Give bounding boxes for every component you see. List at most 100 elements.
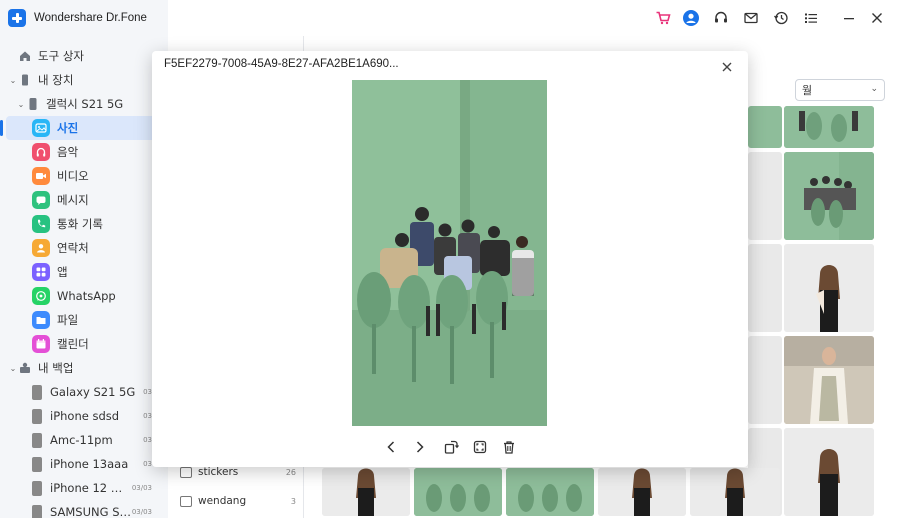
backup-item-label: iPhone 13aaa <box>50 457 129 471</box>
rotate-icon[interactable] <box>442 438 460 456</box>
chevron-down-icon: ⌄ <box>9 363 17 373</box>
sidebar-item-device[interactable]: ⌄ 갤럭시 S21 5G <box>0 92 168 116</box>
photo-thumbnail[interactable] <box>690 468 780 516</box>
history-icon[interactable] <box>772 9 790 27</box>
album-count: 26 <box>285 467 296 477</box>
photo-thumbnail[interactable] <box>748 244 782 332</box>
sidebar-item-whatsapp[interactable]: WhatsApp <box>0 284 168 308</box>
photo-thumbnail[interactable] <box>784 152 874 240</box>
sidebar-item-calendar[interactable]: 캘린더 <box>0 332 168 356</box>
account-icon[interactable] <box>682 9 700 27</box>
sidebar-item-label: 메시지 <box>57 193 89 207</box>
app-header: Wondershare Dr.Fone <box>8 8 147 28</box>
sidebar-item-message[interactable]: 메시지 <box>0 188 168 212</box>
phone-icon <box>26 97 40 111</box>
fullscreen-icon[interactable] <box>471 438 489 456</box>
photo-thumbnail[interactable] <box>598 468 686 516</box>
photo-thumbnail[interactable] <box>748 336 782 424</box>
category-list: 사진 음악 비디오메시지통화 기록 연락처 앱 WhatsApp 파일캘린더 <box>0 116 168 356</box>
photo-thumbnail[interactable] <box>784 336 874 424</box>
period-select-value: 월 <box>802 84 813 97</box>
minimize-icon[interactable] <box>840 9 858 27</box>
delete-icon[interactable] <box>500 438 518 456</box>
files-icon <box>32 311 50 329</box>
contacts-icon <box>32 239 50 257</box>
video-icon <box>32 167 50 185</box>
portrait-photo-image <box>784 244 874 332</box>
backup-item-date: 03 <box>143 412 152 420</box>
backup-item[interactable]: SAMSUNG SM... 03/03 <box>0 500 168 518</box>
menu-list-icon[interactable] <box>802 9 820 27</box>
group-photo-image <box>784 152 874 240</box>
sidebar-item-label: 내 백업 <box>38 361 74 375</box>
sidebar-item-toolbox[interactable]: 도구 상자 <box>0 44 168 68</box>
group-photo-image <box>352 80 547 426</box>
mail-icon[interactable] <box>742 9 760 27</box>
top-toolbar <box>168 0 900 36</box>
sidebar-item-apps[interactable]: 앱 <box>0 260 168 284</box>
message-icon <box>32 191 50 209</box>
dr-fone-logo-icon <box>8 9 26 27</box>
sidebar-item-call-log[interactable]: 통화 기록 <box>0 212 168 236</box>
photo-thumbnail[interactable] <box>748 106 782 148</box>
call-log-icon <box>32 215 50 233</box>
backup-list: Galaxy S21 5G 03 iPhone sdsd 03 Amc-11pm 03 iP… <box>0 380 168 518</box>
sidebar-item-contacts[interactable]: 연락처 <box>0 236 168 260</box>
portrait-photo-image <box>598 468 686 516</box>
app-window: Wondershare Dr.Fone 도구 상자 ⌄ 내 장치 ⌄ 갤럭시 S… <box>0 0 900 518</box>
phone-icon <box>32 408 42 424</box>
photo-preview-dialog: F5EF2279-7008-45A9-8E27-AFA2BE1A690... <box>152 51 748 467</box>
sidebar-item-label: 내 장치 <box>38 73 74 87</box>
portrait-photo-image <box>784 336 874 424</box>
sidebar-item-label: 도구 상자 <box>38 49 84 63</box>
portrait-photo-image <box>690 468 780 516</box>
app-title: Wondershare Dr.Fone <box>34 12 147 24</box>
photo-thumbnail[interactable] <box>748 152 782 240</box>
photo-thumbnail[interactable] <box>322 468 410 516</box>
phone-icon <box>32 504 42 518</box>
sidebar-item-video[interactable]: 비디오 <box>0 164 168 188</box>
album-row-wendang[interactable]: wendang 3 <box>180 491 296 511</box>
backup-item-label: iPhone 12 mini <box>50 481 132 495</box>
backup-item-label: Amc-11pm <box>50 433 113 447</box>
album-count: 3 <box>290 496 296 506</box>
backup-item-label: iPhone sdsd <box>50 409 120 423</box>
whatsapp-icon <box>32 287 50 305</box>
photo-thumbnail[interactable] <box>784 106 874 148</box>
close-icon[interactable] <box>720 59 734 73</box>
previous-icon[interactable] <box>382 438 400 456</box>
sidebar-item-my-devices[interactable]: ⌄ 내 장치 <box>0 68 168 92</box>
chevron-down-icon: ⌄ <box>17 99 25 109</box>
photo-thumbnail[interactable] <box>784 244 874 332</box>
phone-icon <box>32 384 42 400</box>
photo-thumbnail[interactable] <box>506 468 594 516</box>
support-icon[interactable] <box>712 9 730 27</box>
backup-item[interactable]: iPhone 12 mini 03/03 <box>0 476 168 500</box>
next-icon[interactable] <box>411 438 429 456</box>
sidebar-item-files[interactable]: 파일 <box>0 308 168 332</box>
backup-item[interactable]: Galaxy S21 5G 03 <box>0 380 168 404</box>
photo-thumbnail[interactable] <box>414 468 502 516</box>
sidebar-item-my-backup[interactable]: ⌄ 내 백업 <box>0 356 168 380</box>
album-label: stickers <box>198 466 239 478</box>
group-photo-image <box>414 468 502 516</box>
calendar-icon <box>32 335 50 353</box>
portrait-photo-image <box>784 428 874 516</box>
backup-item-date: 03 <box>143 436 152 444</box>
backup-item[interactable]: Amc-11pm 03 <box>0 428 168 452</box>
chevron-down-icon: ⌄ <box>9 75 17 85</box>
sidebar-item-photos[interactable]: 사진 <box>0 116 162 140</box>
backup-item[interactable]: iPhone sdsd 03 <box>0 404 168 428</box>
close-window-icon[interactable] <box>868 9 886 27</box>
period-select[interactable]: 월 ⌄ <box>795 79 885 101</box>
sidebar-item-label: 캘린더 <box>57 337 89 351</box>
sidebar-item-music[interactable]: 음악 <box>0 140 168 164</box>
backup-item-label: Galaxy S21 5G <box>50 385 136 399</box>
sidebar-nav: 도구 상자 ⌄ 내 장치 ⌄ 갤럭시 S21 5G 사진 음악 비디오메시지통화 기… <box>0 44 168 518</box>
cart-icon[interactable] <box>654 9 672 27</box>
backup-item-date: 03/03 <box>131 484 152 492</box>
photo-thumbnail[interactable] <box>784 428 874 516</box>
backup-item-date: 03 <box>143 460 152 468</box>
sidebar-item-label: 파일 <box>57 313 79 327</box>
backup-item[interactable]: iPhone 13aaa 03 <box>0 452 168 476</box>
